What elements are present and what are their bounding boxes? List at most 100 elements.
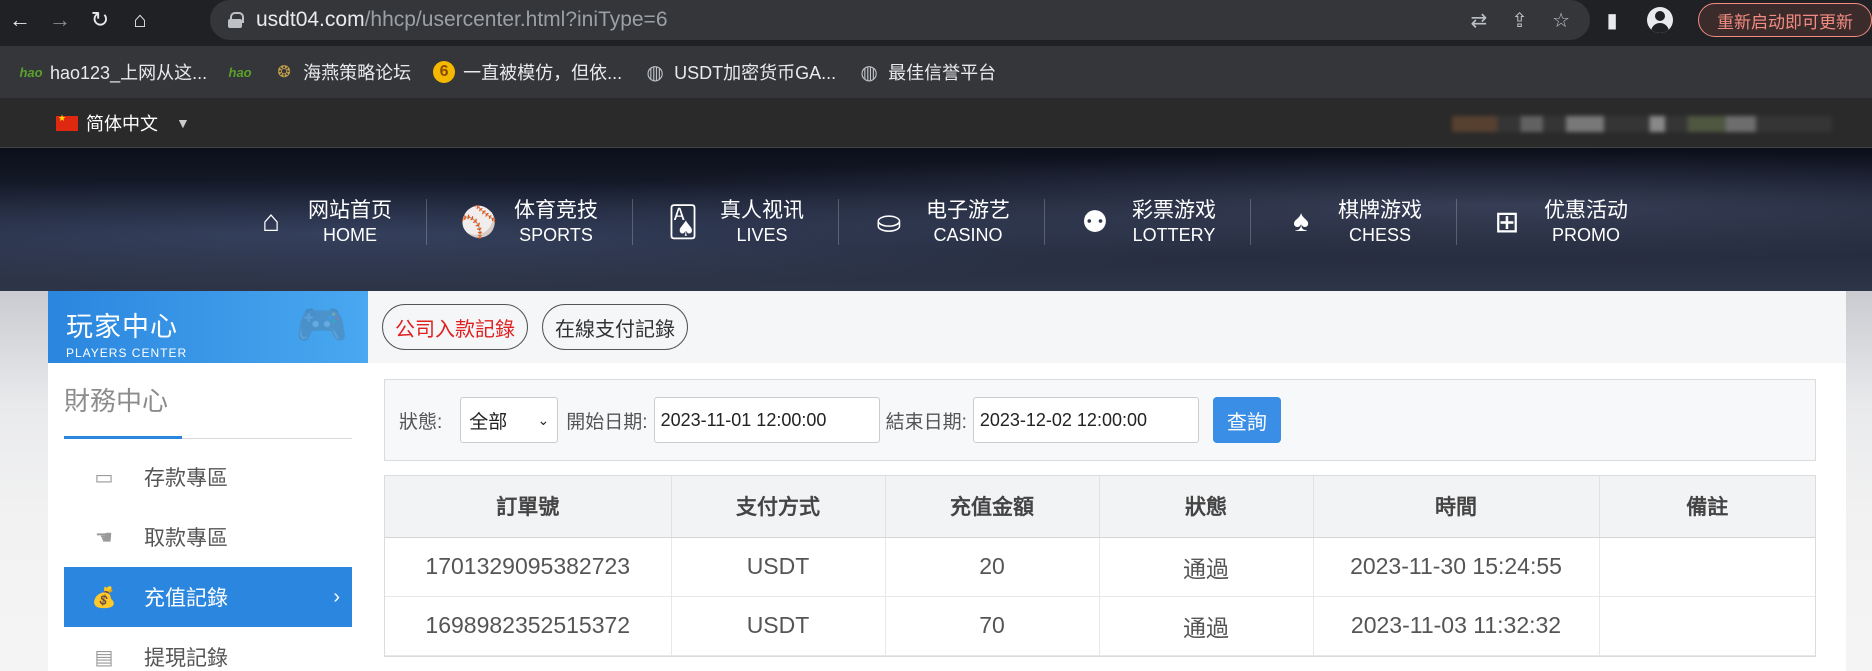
tab-online-payment[interactable]: 在線支付記錄 xyxy=(542,304,688,350)
roulette-icon: ⛀ xyxy=(876,205,902,239)
site-top-bar: 简体中文 ▼ xyxy=(0,98,1872,148)
bookmark-hao123[interactable]: hao hao123_上网从这... xyxy=(19,59,207,85)
cell-order-no: 1698982352515372 xyxy=(385,596,672,656)
site-nav-banner: ⌂ 网站首页 HOME ⚾ 体育竞技 SPORTS 🂡 真人视讯 LIVES ⛀ 电子… xyxy=(0,148,1872,291)
side-panel-icon[interactable]: ▮ xyxy=(1588,0,1636,40)
main-nav: ⌂ 网站首页 HOME ⚾ 体育竞技 SPORTS 🂡 真人视讯 LIVES ⛀ 电子… xyxy=(220,193,1662,251)
translate-icon[interactable]: ⇄ xyxy=(1471,8,1488,33)
bookmark-label: USDT加密货币GA... xyxy=(674,63,837,83)
lottery-balls-icon: ⚉ xyxy=(1081,205,1109,239)
toolbar-right: ▮ 重新启动即可更新 xyxy=(1588,0,1872,40)
money-bag-icon: 💰 xyxy=(91,586,117,609)
gamepad-icon: 🎮 xyxy=(295,301,348,348)
status-select[interactable]: 全部 ⌄ xyxy=(460,397,559,443)
back-arrow-icon[interactable]: ← xyxy=(0,0,40,40)
chevron-down-icon: ⌄ xyxy=(537,411,550,428)
sidebar-item-label: 充值記錄 xyxy=(144,587,228,610)
header-remark: 備註 xyxy=(1599,476,1815,538)
nav-lottery[interactable]: ⚉ 彩票游戏 LOTTERY xyxy=(1044,193,1250,251)
end-date-input[interactable] xyxy=(972,397,1199,443)
header-status: 狀態 xyxy=(1099,476,1314,538)
cell-payment-method: USDT xyxy=(671,596,886,656)
bookmark-label: 一直被模仿，但依... xyxy=(463,63,623,83)
cell-payment-method: USDT xyxy=(671,537,886,597)
table-header-row: 訂單號 支付方式 充值金額 狀態 時間 備註 xyxy=(385,476,1815,538)
bookmark-usdt[interactable]: ◍ USDT加密货币GA... xyxy=(644,59,836,85)
nav-label-en: HOME xyxy=(323,224,377,245)
header-order-no: 訂單號 xyxy=(385,476,672,538)
bookmark-hao[interactable]: hao xyxy=(229,61,252,83)
nav-promo[interactable]: ⊞ 优惠活动 PROMO xyxy=(1456,193,1662,251)
url-host: usdt04.com xyxy=(256,8,365,31)
forward-arrow-icon[interactable]: → xyxy=(40,0,80,40)
sidebar-item-label: 存款專區 xyxy=(144,467,228,490)
nav-lives[interactable]: 🂡 真人视讯 LIVES xyxy=(632,193,838,251)
nav-label-zh: 彩票游戏 xyxy=(1132,198,1216,222)
sidebar-item-label: 提現記錄 xyxy=(144,647,228,670)
browser-toolbar: ← → ↻ ⌂ usdt04.com/hhcp/usercenter.html?… xyxy=(0,0,1872,40)
sidebar-item-deposit[interactable]: ▭ 存款專區 xyxy=(64,447,352,507)
header-payment-method: 支付方式 xyxy=(671,476,886,538)
cell-status: 通過 xyxy=(1099,596,1314,656)
nav-sports[interactable]: ⚾ 体育竞技 SPORTS xyxy=(426,193,632,251)
record-tabs: 公司入款記錄 在線支付記錄 xyxy=(368,291,1846,363)
start-date-label: 開始日期: xyxy=(566,411,648,433)
nav-home[interactable]: ⌂ 网站首页 HOME xyxy=(220,193,426,251)
nav-label-zh: 棋牌游戏 xyxy=(1338,198,1422,222)
sidebar-item-withdraw-records[interactable]: ▤ 提現記錄 xyxy=(64,627,352,671)
home-icon[interactable]: ⌂ xyxy=(120,0,160,40)
chevron-right-icon: › xyxy=(333,585,340,608)
sidebar-menu: ▭ 存款專區 ☚ 取款專區 💰 充值記錄 › ▤ 提現記錄 xyxy=(64,447,352,671)
tab-company-deposit[interactable]: 公司入款記錄 xyxy=(382,304,528,350)
url-text: usdt04.com/hhcp/usercenter.html?iniType=… xyxy=(256,8,668,32)
nav-text: 彩票游戏 LOTTERY xyxy=(1132,198,1216,247)
ball-icon: ⚾ xyxy=(460,205,498,239)
cards-icon: 🂡 xyxy=(667,205,699,239)
china-flag-icon xyxy=(56,113,78,131)
start-date-input[interactable] xyxy=(653,397,880,443)
lock-icon xyxy=(228,12,244,28)
nav-label-en: CHESS xyxy=(1348,224,1411,245)
cell-amount: 70 xyxy=(885,596,1100,656)
end-date-label: 結束日期: xyxy=(885,411,967,433)
nav-casino[interactable]: ⛀ 电子游艺 CASINO xyxy=(838,193,1044,251)
filter-bar: 狀態: 全部 ⌄ 開始日期: 結束日期: 查詢 xyxy=(384,379,1816,461)
reload-icon[interactable]: ↻ xyxy=(80,0,120,40)
nav-label-zh: 体育竞技 xyxy=(514,198,598,222)
bookmark-star-icon[interactable]: ☆ xyxy=(1552,8,1570,33)
coin-icon: 6 xyxy=(433,61,456,83)
nav-label-en: LOTTERY xyxy=(1132,224,1216,245)
bookmark-imitated[interactable]: 6 一直被模仿，但依... xyxy=(433,59,622,85)
bookmark-haiyan[interactable]: ❂ 海燕策略论坛 xyxy=(273,59,411,85)
records-table-grid: 訂單號 支付方式 充值金額 狀態 時間 備註 1701329095382723 … xyxy=(385,476,1815,656)
players-center-header: 玩家中心 PLAYERS CENTER 🎮 xyxy=(48,291,368,363)
update-button[interactable]: 重新启动即可更新 xyxy=(1698,3,1872,37)
bookmark-label: 最佳信誉平台 xyxy=(888,63,997,83)
language-selector[interactable]: 简体中文 ▼ xyxy=(56,98,190,148)
nav-label-zh: 电子游艺 xyxy=(926,198,1010,222)
nav-chess[interactable]: ♠ 棋牌游戏 CHESS xyxy=(1250,193,1456,251)
bookmark-best[interactable]: ◍ 最佳信誉平台 xyxy=(858,59,996,85)
home-icon: ⌂ xyxy=(261,205,281,238)
avatar-icon xyxy=(1647,7,1673,33)
cell-remark xyxy=(1599,596,1815,656)
query-button[interactable]: 查詢 xyxy=(1212,397,1281,443)
nav-text: 棋牌游戏 CHESS xyxy=(1338,198,1422,247)
url-path: /hhcp/usercenter.html?iniType=6 xyxy=(364,8,668,31)
cell-status: 通過 xyxy=(1099,537,1314,597)
main-content: 公司入款記錄 在線支付記錄 狀態: 全部 ⌄ 開始日期: 結束日期: 查詢 訂單… xyxy=(368,291,1846,671)
blurred-account-info xyxy=(1452,116,1832,132)
sidebar-item-recharge-records[interactable]: 💰 充值記錄 › xyxy=(64,567,352,627)
profile-button[interactable] xyxy=(1636,0,1684,40)
status-label: 狀態: xyxy=(399,411,443,433)
nav-label-zh: 真人视讯 xyxy=(720,198,804,222)
hand-money-icon: ☚ xyxy=(95,526,113,549)
globe-icon: ◍ xyxy=(646,61,664,84)
finance-center-title: 財務中心 xyxy=(64,379,352,439)
nav-text: 网站首页 HOME xyxy=(308,198,392,247)
address-bar[interactable]: usdt04.com/hhcp/usercenter.html?iniType=… xyxy=(210,0,1590,40)
gift-icon: ⊞ xyxy=(1494,205,1520,239)
sidebar-item-withdraw[interactable]: ☚ 取款專區 xyxy=(64,507,352,567)
cell-order-no: 1701329095382723 xyxy=(385,537,672,597)
share-icon[interactable]: ⇪ xyxy=(1511,8,1528,33)
